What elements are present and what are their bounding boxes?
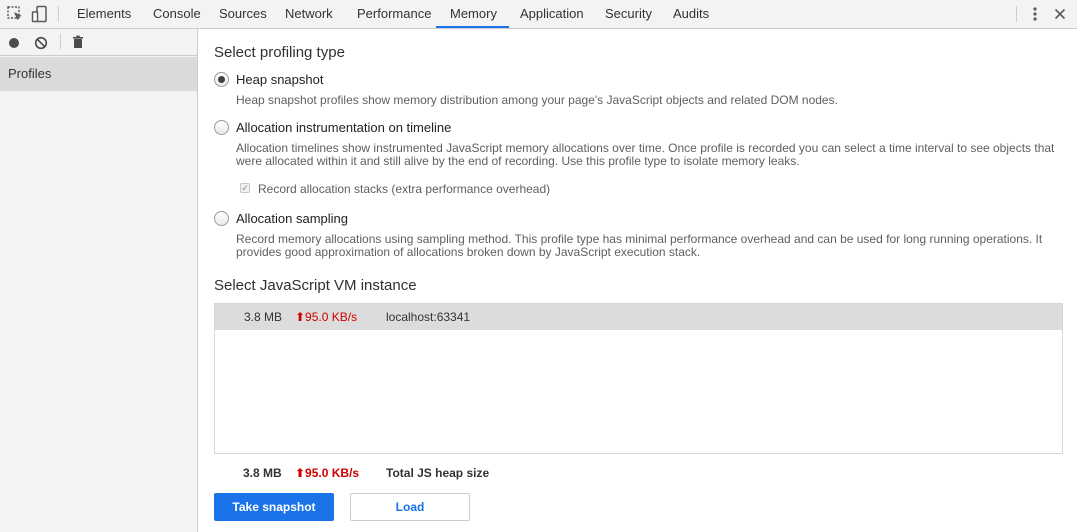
devtools-tab-bar: Elements Console Sources Network Perform…	[0, 0, 1077, 29]
load-button[interactable]: Load	[350, 493, 470, 521]
sidebar-toolbar-divider	[60, 34, 61, 50]
toolbar-divider-right	[1016, 6, 1017, 22]
profiles-sidebar: Profiles	[0, 29, 198, 532]
vm-instance-name: localhost:63341	[386, 310, 471, 324]
allocation-timeline-label[interactable]: Allocation instrumentation on timeline	[236, 120, 451, 135]
total-heap-rate: ⬆95.0 KB/s	[295, 466, 360, 480]
device-toolbar-icon[interactable]	[31, 5, 49, 23]
record-icon[interactable]	[6, 35, 22, 51]
total-heap-label: Total JS heap size	[386, 466, 490, 480]
active-tab-indicator	[436, 26, 509, 28]
tab-console[interactable]: Console	[151, 0, 203, 28]
allocation-sampling-description: Record memory allocations using sampling…	[236, 232, 1043, 259]
allocation-timeline-radio[interactable]	[214, 120, 229, 135]
tab-application[interactable]: Application	[518, 0, 586, 28]
tab-sources[interactable]: Sources	[217, 0, 269, 28]
vm-instance-title: Select JavaScript VM instance	[214, 277, 417, 294]
tab-elements[interactable]: Elements	[75, 0, 133, 28]
allocation-sampling-radio[interactable]	[214, 211, 229, 226]
total-heap-size: 3.8 MB	[243, 466, 282, 480]
heap-snapshot-label[interactable]: Heap snapshot	[236, 72, 323, 87]
close-icon[interactable]	[1052, 4, 1068, 24]
vm-heap-size: 3.8 MB	[244, 310, 283, 324]
clear-icon[interactable]	[33, 35, 49, 51]
tab-network[interactable]: Network	[283, 0, 335, 28]
tab-security[interactable]: Security	[603, 0, 654, 28]
tab-performance[interactable]: Performance	[355, 0, 433, 28]
trash-icon[interactable]	[70, 34, 86, 50]
heap-snapshot-radio[interactable]	[214, 72, 229, 87]
record-stacks-label[interactable]: Record allocation stacks (extra performa…	[258, 182, 550, 196]
more-options-icon[interactable]	[1027, 4, 1043, 24]
sidebar-toolbar	[0, 29, 197, 56]
sidebar-item-profiles[interactable]: Profiles	[0, 57, 197, 91]
vm-heap-rate: ⬆95.0 KB/s	[295, 310, 358, 324]
heap-snapshot-description: Heap snapshot profiles show memory distr…	[236, 93, 838, 107]
heap-summary: 3.8 MB ⬆95.0 KB/s Total JS heap size	[214, 464, 1063, 482]
inspect-element-icon[interactable]	[6, 5, 24, 23]
vm-instance-row[interactable]: 3.8 MB ⬆95.0 KB/s localhost:63341	[215, 304, 1062, 330]
take-snapshot-button[interactable]: Take snapshot	[214, 493, 334, 521]
toolbar-divider	[58, 6, 59, 22]
tab-memory[interactable]: Memory	[448, 0, 499, 28]
record-stacks-checkbox[interactable]: ✓	[240, 183, 250, 193]
vm-instance-list: 3.8 MB ⬆95.0 KB/s localhost:63341	[214, 303, 1063, 454]
allocation-timeline-description: Allocation timelines show instrumented J…	[236, 141, 1055, 168]
allocation-sampling-label[interactable]: Allocation sampling	[236, 211, 348, 226]
tab-audits[interactable]: Audits	[671, 0, 711, 28]
profiling-type-title: Select profiling type	[214, 44, 345, 61]
